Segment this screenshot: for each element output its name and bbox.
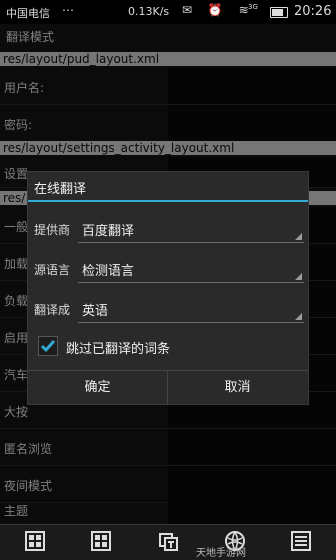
online-translation-dialog: 在线翻译 提供商 百度翻译 源语言 检测语言 翻译成 英语 跳过已翻译的词条 确… [28, 172, 308, 405]
provider-label: 提供商 [34, 223, 71, 237]
dialog-divider [28, 200, 308, 202]
grid-icon[interactable] [90, 530, 112, 552]
network-speed: 0.13K/s [128, 5, 170, 18]
target-language-row: 翻译成 英语 [28, 292, 308, 326]
target-language-value: 英语 [82, 304, 109, 319]
ok-button[interactable]: 确定 [28, 371, 168, 405]
watermark-text: 天地手游网 [196, 548, 246, 559]
notification-dots-icon: ⋯ [62, 3, 75, 17]
network-type-icon: 3G [248, 3, 258, 11]
target-language-label: 翻译成 [34, 303, 71, 317]
provider-row: 提供商 百度翻译 [28, 212, 308, 246]
menu-icon[interactable] [290, 530, 312, 552]
dropdown-corner-icon [295, 313, 302, 320]
target-language-spinner[interactable]: 英语 [78, 294, 304, 323]
status-bar: 中国电信 ⋯ 0.13K/s ✉ ⏰ ≋ 3G 20:26 [0, 0, 336, 24]
provider-value: 百度翻译 [82, 224, 135, 239]
source-language-value: 检测语言 [82, 264, 135, 279]
source-language-row: 源语言 检测语言 [28, 252, 308, 286]
dialog-title: 在线翻译 [34, 182, 87, 197]
battery-icon [270, 7, 288, 18]
dropdown-corner-icon [295, 273, 302, 280]
grid-icon[interactable] [24, 530, 46, 552]
carrier-label: 中国电信 [6, 7, 50, 20]
status-icons: ✉ ⏰ ≋ [182, 3, 255, 17]
skip-translated-label[interactable]: 跳过已翻译的词条 [66, 338, 170, 357]
translate-icon[interactable] [157, 530, 179, 552]
dialog-buttons: 确定 取消 [28, 370, 308, 405]
bottom-toolbar [0, 524, 336, 560]
checkmark-icon [40, 340, 56, 353]
provider-spinner[interactable]: 百度翻译 [78, 214, 304, 243]
source-language-label: 源语言 [34, 263, 71, 277]
dropdown-corner-icon [295, 233, 302, 240]
app-screen: 中国电信 ⋯ 0.13K/s ✉ ⏰ ≋ 3G 20:26 翻译模式 res/l… [0, 0, 336, 560]
source-language-spinner[interactable]: 检测语言 [78, 254, 304, 283]
skip-translated-checkbox[interactable] [38, 336, 58, 356]
cancel-button[interactable]: 取消 [168, 371, 307, 405]
clock: 20:26 [294, 4, 332, 19]
